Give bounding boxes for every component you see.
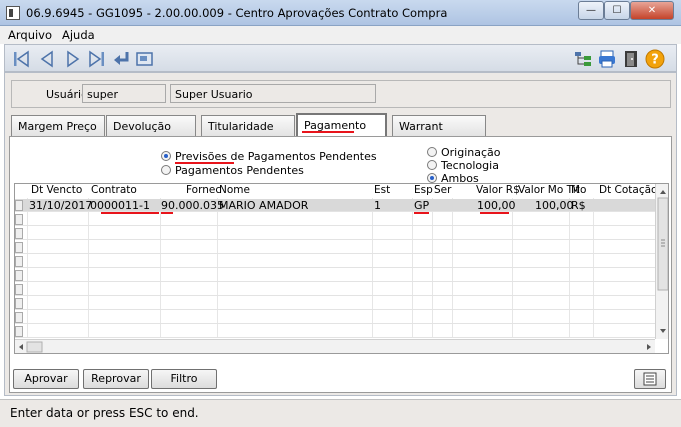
radio-dot-tecnologia [427,160,437,170]
next-record-icon[interactable] [63,49,83,69]
print-icon[interactable] [597,49,617,69]
table-row[interactable] [15,311,655,324]
main-panel: Usuário: super Super Usuario Margem Preç… [4,72,677,396]
vertical-scrollbar[interactable] [655,184,668,339]
menu-arquivo[interactable]: Arquivo [8,28,52,42]
radio-dot-pagamentos [161,165,171,175]
search-record-icon[interactable] [135,49,155,69]
user-name-field: Super Usuario [170,84,376,103]
table-row[interactable] [15,227,655,240]
payments-grid[interactable]: Dt Vencto Contrato Fornec Nome Est Esp S… [14,183,669,354]
user-login-field: super [82,84,166,103]
row-indicator [15,228,23,239]
goto-icon[interactable] [111,49,131,69]
col-mo[interactable]: Mo [571,184,586,199]
filter-button[interactable]: Filtro [151,369,217,389]
user-box: Usuário: super Super Usuario [11,80,671,108]
svg-text:?: ? [651,53,659,68]
radio-dot-previsoes [161,151,171,161]
cell-est: 1 [374,199,381,212]
cell-valor-rs: 100,00 [477,199,516,212]
tab-devolucao[interactable]: Devolução [106,115,196,136]
radio-label-pagamentos: Pagamentos Pendentes [175,164,304,177]
radio-dot-originacao [427,147,437,157]
radio-originacao[interactable]: Originação [427,146,501,159]
menu-ajuda[interactable]: Ajuda [62,28,95,42]
tab-titularidade[interactable]: Titularidade [201,115,295,136]
table-row[interactable] [15,283,655,296]
list-icon [643,372,657,386]
radio-tecnologia[interactable]: Tecnologia [427,159,499,172]
app-icon [6,6,20,20]
cell-dt-vencto: 31/10/2017 [29,199,93,212]
table-row[interactable] [15,255,655,268]
row-indicator [15,214,23,225]
col-ser[interactable]: Ser [434,184,451,199]
cell-esp: GP [414,199,430,212]
col-fornec[interactable]: Fornec [186,184,221,199]
help-icon[interactable]: ? [645,49,665,69]
table-row[interactable] [15,213,655,226]
row-indicator [15,284,23,295]
tab-margem-preco[interactable]: Margem Preço [11,115,105,136]
tree-icon[interactable] [573,49,593,69]
row-indicator [15,298,23,309]
cell-contrato: 0000011-1 [90,199,150,212]
col-est[interactable]: Est [374,184,390,199]
col-dt-vencto[interactable]: Dt Vencto [31,184,82,199]
approve-button[interactable]: Aprovar [13,369,79,389]
tab-content-pagamento: Previsões de Pagamentos Pendentes Pagame… [9,136,672,393]
title-bar: 06.9.6945 - GG1095 - 2.00.00.009 - Centr… [0,0,681,26]
radio-pagamentos[interactable]: Pagamentos Pendentes [161,164,304,177]
first-record-icon[interactable] [11,49,31,69]
scroll-arrows-h-icon [19,341,651,353]
exit-door-icon[interactable] [621,49,641,69]
radio-dot-ambos [427,173,437,183]
col-dt-cotacao[interactable]: Dt Cotação [599,184,657,199]
cell-fornec: 90.000.035 [161,199,224,212]
table-row[interactable] [15,325,655,338]
col-esp[interactable]: Esp [414,184,433,199]
status-bar: Enter data or press ESC to end. [0,399,681,427]
row-indicator [15,312,23,323]
grid-options-button[interactable] [634,369,666,389]
row-indicator [15,242,23,253]
cell-mo: R$ [571,199,586,212]
last-record-icon[interactable] [87,49,107,69]
toolbar: ? [4,44,677,72]
table-row[interactable] [15,297,655,310]
table-row[interactable] [15,269,655,282]
maximize-button[interactable]: ☐ [604,1,630,20]
horizontal-scrollbar[interactable] [15,339,655,353]
row-indicator [15,326,23,337]
reject-button[interactable]: Reprovar [83,369,149,389]
minimize-button[interactable]: — [578,1,604,20]
cell-nome: MARIO AMADOR [219,199,309,212]
col-valor-rs[interactable]: Valor R$ [476,184,520,199]
col-nome[interactable]: Nome [219,184,250,199]
cell-valor-mo-tit: 100,00 [535,199,574,212]
scroll-arrows-icon [657,190,668,333]
close-button[interactable]: ✕ [630,1,674,20]
previous-record-icon[interactable] [37,49,57,69]
annotation-underline-tab [302,131,354,133]
table-row[interactable]: 31/10/2017 0000011-1 90.000.035 MARIO AM… [15,199,655,212]
tab-warrant[interactable]: Warrant [392,115,486,136]
status-text: Enter data or press ESC to end. [10,406,199,420]
col-contrato[interactable]: Contrato [91,184,137,199]
radio-label-originacao: Originação [441,146,501,159]
window-title: 06.9.6945 - GG1095 - 2.00.00.009 - Centr… [26,6,448,20]
menu-bar: Arquivo Ajuda [0,26,681,44]
row-indicator [15,270,23,281]
row-indicator [15,256,23,267]
row-indicator [15,200,23,211]
table-row[interactable] [15,241,655,254]
radio-label-tecnologia: Tecnologia [441,159,499,172]
